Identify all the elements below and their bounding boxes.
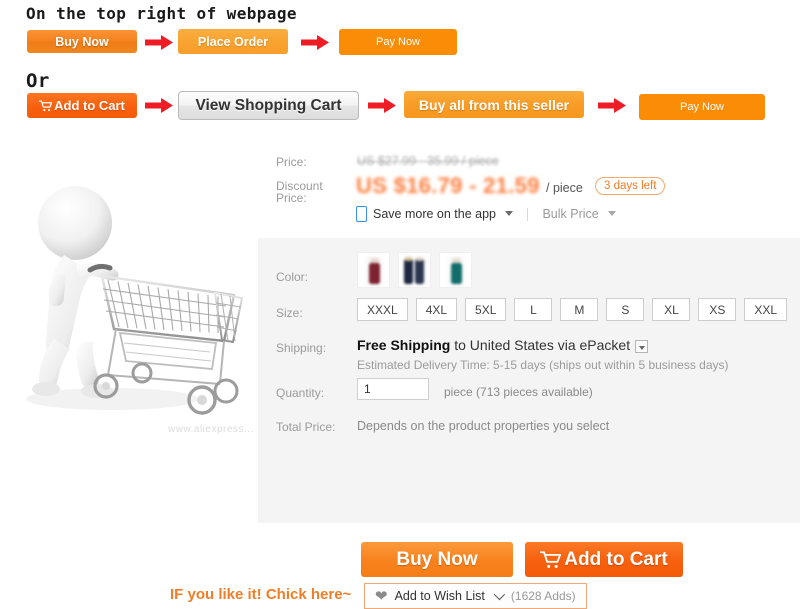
size-option[interactable]: XXXL [357,298,408,321]
color-swatch[interactable] [398,252,431,288]
size-option[interactable]: 4XL [415,298,458,321]
size-option[interactable]: XS [698,298,737,321]
bulk-price-label: Bulk Price [542,207,599,221]
chevron-down-icon [493,588,505,601]
chevron-down-icon [505,211,514,217]
add-to-cart-button[interactable]: Add to Cart [525,542,683,577]
guide-view-shopping-cart-button[interactable]: View Shopping Cart [178,91,359,120]
product-image[interactable] [2,143,258,440]
right-arrow-icon [145,98,173,113]
right-arrow-icon [598,98,626,113]
total-price-value: Depends on the product properties you se… [357,419,610,433]
save-more-on-app-label: Save more on the app [373,207,496,221]
guide-buy-now-button[interactable]: Buy Now [27,30,137,53]
shipping-destination: to United States via ePacket [450,337,631,353]
app-promo-row: Save more on the app Bulk Price [356,205,617,223]
product-detail-panel: Price: US $27.99 - 35.99 / piece Discoun… [170,143,800,609]
total-price-label: Total Price: [276,420,336,434]
color-label: Color: [276,270,309,284]
original-price: US $27.99 - 35.99 / piece [357,154,499,168]
bulk-price-link[interactable]: Bulk Price [542,205,617,223]
discount-price-value: US $16.79 - 21.59 [356,173,540,198]
size-option[interactable]: XL [652,298,691,321]
heart-icon: ❤ [375,587,388,605]
size-label: Size: [276,306,303,320]
shipping-dropdown-icon[interactable] [635,339,649,353]
guide-place-order-button[interactable]: Place Order [178,29,288,54]
shipping-label: Shipping: [276,341,327,355]
image-watermark: www.aliexpress... [168,424,254,435]
buy-now-button[interactable]: Buy Now [361,542,513,577]
shipping-eta: Estimated Delivery Time: 5-15 days (ship… [357,358,729,372]
shipping-method: Free Shipping to United States via ePack… [357,337,649,353]
add-to-wish-list-label: Add to Wish List [394,589,485,603]
quantity-label: Quantity: [276,386,325,400]
guide-pay-now-button[interactable]: Pay Now [339,29,457,55]
free-shipping-label: Free Shipping [357,337,451,353]
instruction-guide: On the top right of webpage Buy Now Plac… [0,0,800,136]
size-option[interactable]: S [606,298,645,321]
guide-add-to-cart-label: Add to Cart [54,98,125,113]
price-label: Price: [276,155,307,169]
right-arrow-icon [301,35,329,50]
size-option[interactable]: 5XL [465,298,507,321]
discount-price-label-line2: Price: [276,191,307,205]
mobile-phone-icon [356,206,367,222]
shopping-cart-icon [39,100,53,111]
size-option[interactable]: M [560,298,599,321]
size-option[interactable]: L [514,298,553,321]
guide-add-to-cart-button[interactable]: Add to Cart [27,93,137,118]
add-to-wish-list-control[interactable]: ❤ Add to Wish List (1628 Adds) [364,583,587,609]
size-option-list: XXXL 4XL 5XL L M S XL XS XXL [357,298,788,321]
right-arrow-icon [145,35,173,50]
guide-heading-top: On the top right of webpage [26,4,297,23]
color-swatch-list [357,252,472,288]
wish-list-count: (1628 Adds) [510,589,576,603]
color-swatch[interactable] [357,252,390,288]
size-option[interactable]: XXL [744,298,788,321]
color-swatch[interactable] [439,252,472,288]
divider [527,207,529,221]
add-to-cart-label: Add to Cart [564,548,668,570]
quantity-input[interactable] [357,378,429,400]
product-properties-panel: Color: Size: XXXL 4XL 5XL L M S XL XS XX… [170,238,800,609]
price-unit: / piece [546,181,583,195]
quantity-availability: piece (713 pieces available) [444,385,593,399]
guide-buy-all-from-seller-button[interactable]: Buy all from this seller [404,91,584,118]
right-arrow-icon [368,98,396,113]
save-more-on-app-link[interactable]: Save more on the app [373,205,514,223]
wishlist-annotation: IF you like it! Chick here~ [170,586,352,603]
chevron-down-icon [608,211,617,217]
shopping-cart-icon [540,550,562,568]
guide-heading-or: Or [26,70,50,92]
days-left-badge: 3 days left [595,177,666,195]
guide-pay-now-button-2[interactable]: Pay Now [639,94,765,120]
